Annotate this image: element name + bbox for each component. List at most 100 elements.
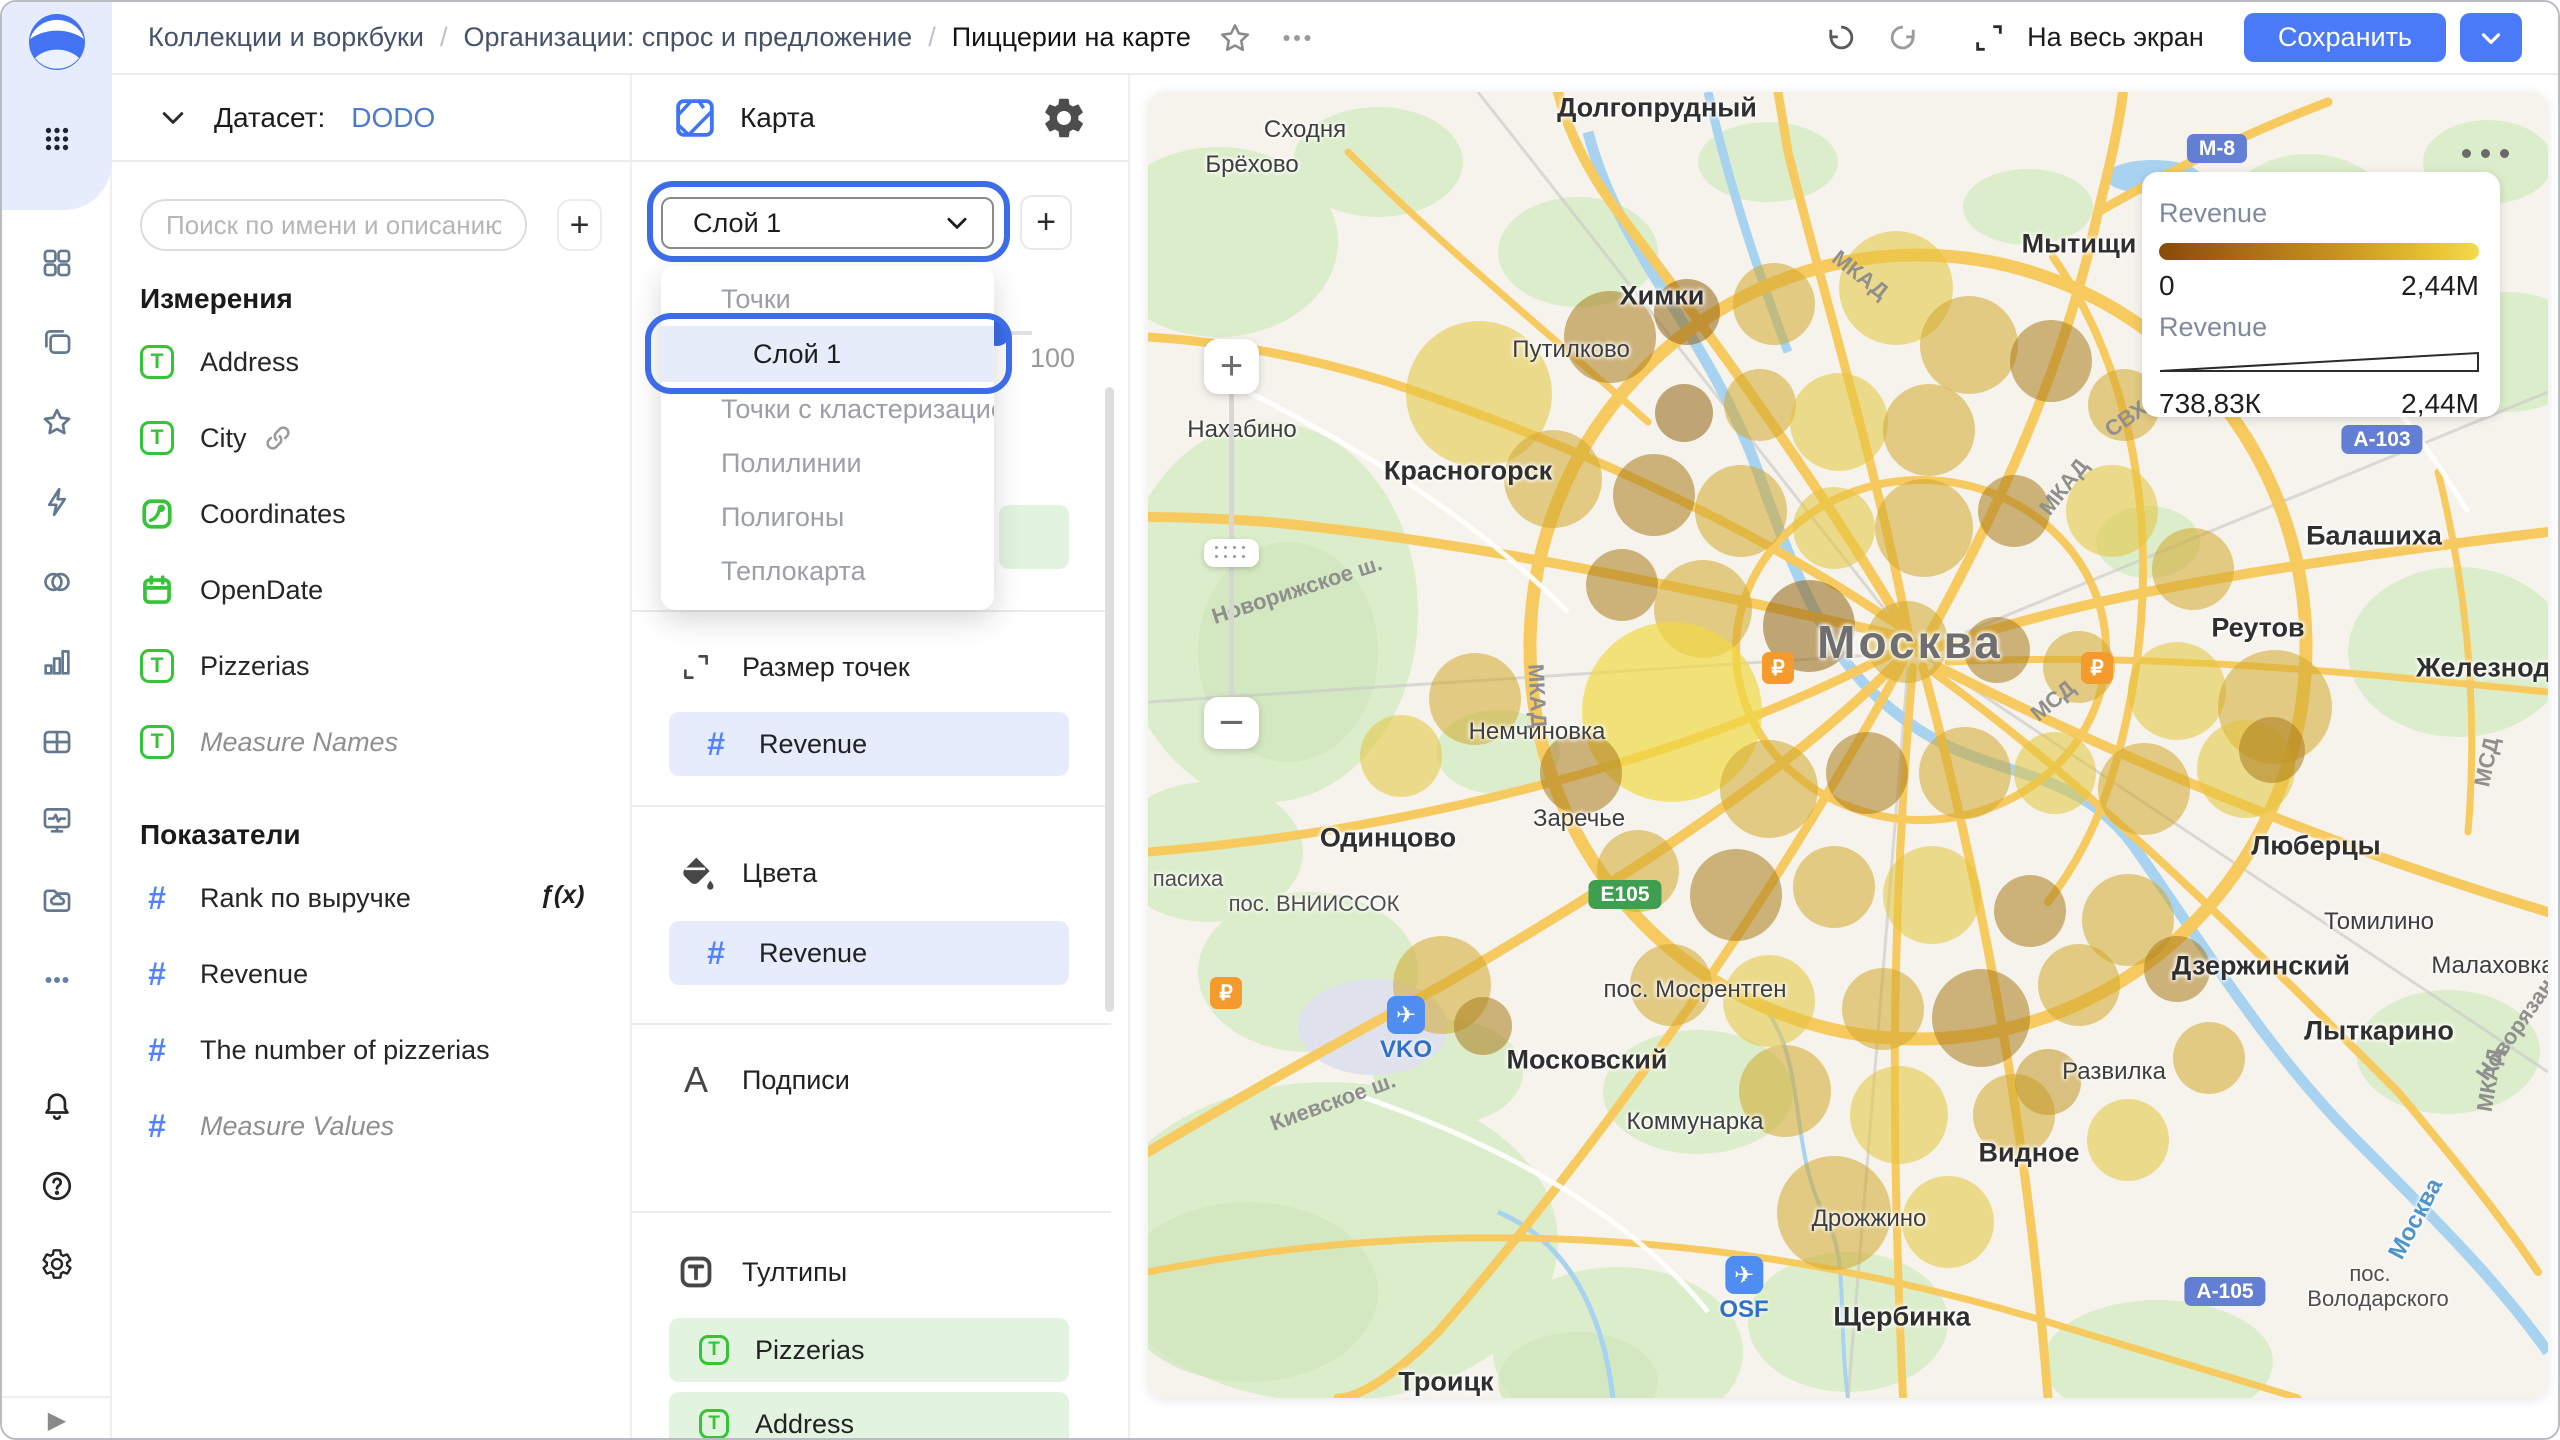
field-name: Pizzerias xyxy=(200,650,310,681)
revenue-bubble xyxy=(1733,263,1815,345)
more-icon[interactable] xyxy=(25,948,89,1012)
dataset-field-row[interactable]: # Rank по выручке ƒ(x) xyxy=(140,867,606,929)
field-search-input[interactable] xyxy=(140,199,527,251)
map-chart-icon xyxy=(676,98,714,137)
legend-color-max: 2,44M xyxy=(2401,270,2479,301)
dataset-field-row[interactable]: T Measure Names xyxy=(140,711,606,773)
fullscreen-label[interactable]: На весь экран xyxy=(2027,22,2204,53)
apps-grid-icon[interactable] xyxy=(25,107,89,171)
monitoring-icon[interactable] xyxy=(25,788,89,852)
field-name: Measure Names xyxy=(200,726,399,757)
add-layer-button[interactable]: + xyxy=(1020,195,1072,250)
dataset-panel: Датасет: DODO + Измерения T Address T City Co… xyxy=(112,75,632,1438)
revenue-bubble xyxy=(1360,715,1442,797)
bell-icon[interactable] xyxy=(25,1074,89,1138)
revenue-bubble xyxy=(1630,944,1712,1026)
revenue-bubble xyxy=(2152,528,2234,610)
help-icon[interactable] xyxy=(25,1154,89,1218)
geopoints-field-fragment[interactable] xyxy=(999,505,1069,569)
section-field-pill[interactable]: T Address xyxy=(669,1392,1069,1438)
layer-type-option[interactable]: Полилинии xyxy=(661,436,994,490)
zoom-slider-handle[interactable] xyxy=(1204,539,1259,567)
settings-section: A Подписи xyxy=(632,1023,1111,1211)
storage-icon[interactable] xyxy=(25,868,89,932)
revenue-bubble xyxy=(2015,1049,2081,1115)
tables-icon[interactable] xyxy=(25,710,89,774)
save-dropdown-button[interactable] xyxy=(2460,13,2522,62)
text-field-icon: T xyxy=(140,649,174,683)
revenue-bubble xyxy=(1920,296,2018,394)
layer-select[interactable]: Слой 1 xyxy=(661,197,994,249)
map-canvas[interactable]: Москва Долгопрудный Мытищи Химки Красногорск… xyxy=(1148,92,2548,1398)
breadcrumb-item[interactable]: Организации: спрос и предложение xyxy=(463,22,912,53)
dataset-field-row[interactable]: OpenDate xyxy=(140,559,606,621)
collections-icon[interactable] xyxy=(25,310,89,374)
section-field-pill[interactable]: # Revenue xyxy=(669,712,1069,776)
settings-scrollbar-thumb[interactable] xyxy=(1105,387,1114,1012)
save-button[interactable]: Сохранить xyxy=(2243,13,2446,62)
layer-type-option[interactable]: Полигоны xyxy=(661,490,994,544)
revenue-bubble xyxy=(1654,279,1720,345)
revenue-bubble xyxy=(2144,936,2210,1002)
revenue-bubble xyxy=(2239,717,2305,783)
dataset-field-row[interactable]: # Measure Values xyxy=(140,1095,606,1157)
revenue-bubble xyxy=(1777,1156,1891,1270)
revenue-bubble xyxy=(2014,732,2096,814)
revenue-bubble xyxy=(2173,1022,2245,1094)
settings-icon[interactable] xyxy=(25,1232,89,1296)
revenue-bubble xyxy=(1826,732,1908,814)
text-field-icon: T xyxy=(699,1409,729,1438)
revenue-bubble xyxy=(2128,642,2226,740)
revenue-bubble xyxy=(2043,631,2115,703)
rail-collapse-button[interactable]: ▶ xyxy=(2,1396,112,1438)
revenue-bubble xyxy=(1724,369,1796,441)
zoom-in-button[interactable]: + xyxy=(1204,339,1259,394)
add-field-button[interactable]: + xyxy=(557,199,602,251)
undo-icon[interactable] xyxy=(1815,16,1859,60)
redo-icon[interactable] xyxy=(1885,16,1929,60)
dataset-name-link[interactable]: DODO xyxy=(351,102,435,134)
layer-dropdown-menu: Точки Слой 1 Точки с кластеризацией Полилин… xyxy=(661,266,994,610)
field-name: Coordinates xyxy=(200,498,346,529)
zoom-out-button[interactable]: − xyxy=(1204,697,1259,749)
dataset-field-row[interactable]: T Address xyxy=(140,331,606,393)
section-field-pill[interactable]: # Revenue xyxy=(669,921,1069,985)
datalens-logo-icon[interactable] xyxy=(27,12,87,72)
favorites-icon[interactable] xyxy=(25,390,89,454)
chart-settings-gear-icon[interactable] xyxy=(1040,94,1088,142)
resize-icon xyxy=(674,645,718,689)
number-field-icon: # xyxy=(707,934,725,971)
layer-type-option[interactable]: Точки xyxy=(661,272,994,326)
text-field-icon: T xyxy=(140,421,174,455)
revenue-bubble xyxy=(1586,549,1658,621)
dataset-header[interactable]: Датасет: DODO xyxy=(112,75,630,162)
fullscreen-icon[interactable] xyxy=(1967,16,2011,60)
breadcrumb-item[interactable]: Коллекции и воркбуки xyxy=(148,22,424,53)
geopoint-field-icon xyxy=(142,499,172,529)
layer-select-value: Слой 1 xyxy=(693,207,782,238)
layer-option-selected[interactable]: Слой 1 xyxy=(661,326,994,382)
dataset-field-row[interactable]: T Pizzerias xyxy=(140,635,606,697)
section-field-pill[interactable]: T Pizzerias xyxy=(669,1318,1069,1382)
dataset-field-row[interactable]: # The number of pizzerias xyxy=(140,1019,606,1081)
layer-type-option[interactable]: Теплокарта xyxy=(661,544,994,598)
dashboard-icon[interactable] xyxy=(25,231,89,295)
date-field-icon xyxy=(143,575,171,604)
revenue-bubble xyxy=(1429,653,1521,745)
more-menu-icon[interactable] xyxy=(1275,16,1319,60)
dataset-field-row[interactable]: T City xyxy=(140,407,606,469)
dataset-field-row[interactable]: # Revenue xyxy=(140,943,606,1005)
layer-type-option[interactable]: Точки с кластеризацией xyxy=(661,382,994,436)
legend-size-wedge xyxy=(2159,351,2479,378)
quick-actions-icon[interactable] xyxy=(25,470,89,534)
datasets-icon[interactable] xyxy=(25,550,89,614)
revenue-bubble xyxy=(2038,944,2120,1026)
favorite-star-icon[interactable] xyxy=(1213,16,1257,60)
top-bar: Коллекции и воркбуки / Организации: спрос … xyxy=(112,2,2558,75)
revenue-bubble xyxy=(1763,580,1855,672)
map-more-menu-icon[interactable] xyxy=(2458,138,2512,168)
dataset-field-row[interactable]: Coordinates xyxy=(140,483,606,545)
charts-icon[interactable] xyxy=(25,630,89,694)
field-name: Pizzerias xyxy=(755,1334,865,1365)
revenue-bubble xyxy=(1720,740,1818,838)
